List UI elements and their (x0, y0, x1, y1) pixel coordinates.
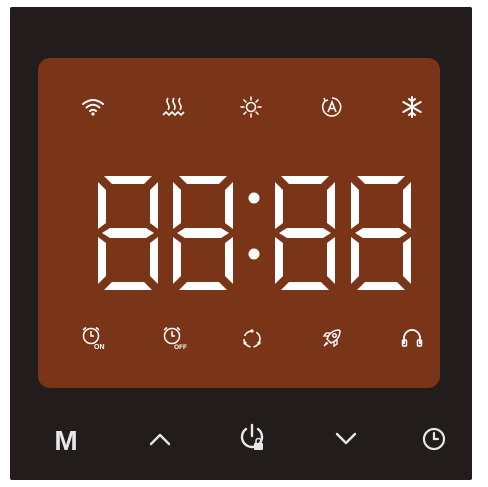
cycle-icon (241, 328, 263, 350)
colon-bottom-dot (248, 248, 260, 260)
down-button[interactable] (328, 423, 364, 459)
colon-top-dot (248, 192, 260, 204)
digit-2 (173, 176, 233, 290)
power-lock-button[interactable] (234, 421, 270, 459)
lcd-display-panel: ON OFF (38, 58, 440, 388)
rocket-icon (321, 327, 343, 349)
up-button[interactable] (142, 423, 178, 459)
digit-3 (275, 176, 335, 290)
thermostat-device: ON OFF M (10, 7, 472, 480)
timer-on-label: ON (94, 344, 105, 351)
digit-4 (351, 176, 411, 290)
timer-off-label: OFF (174, 344, 187, 351)
clock-button[interactable] (416, 423, 452, 459)
mode-button[interactable]: M (48, 423, 84, 459)
headphones-icon (401, 328, 423, 348)
up-arrow-icon (149, 432, 171, 451)
digit-1 (98, 176, 158, 290)
timer-on-icon: ON (81, 326, 105, 351)
power-lock-icon (237, 423, 267, 458)
clock-icon (422, 427, 446, 456)
down-arrow-icon (335, 432, 357, 451)
timer-off-icon: OFF (162, 326, 188, 351)
